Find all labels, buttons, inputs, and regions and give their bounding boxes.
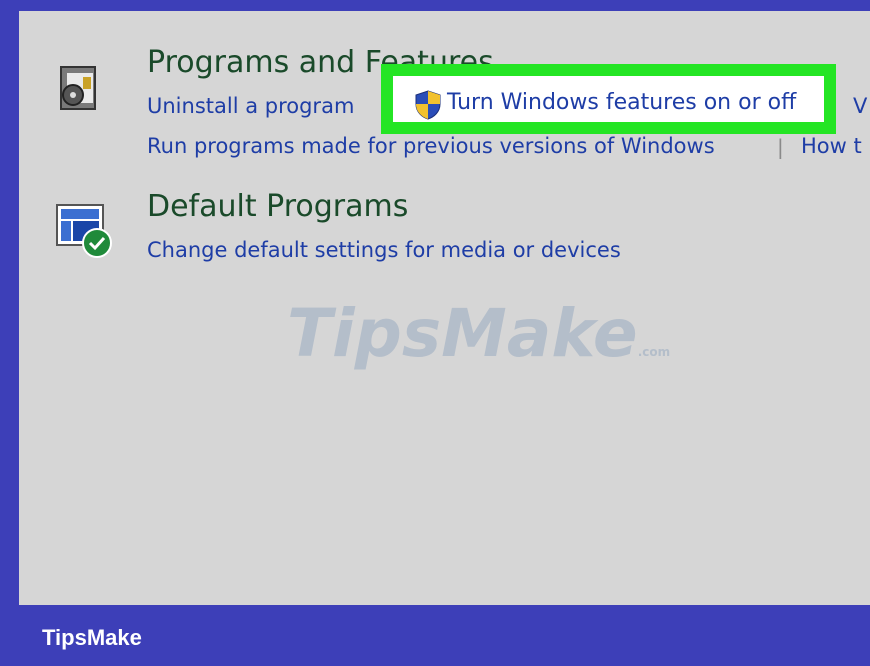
control-panel-content: Programs and Features Uninstall a progra… bbox=[19, 11, 870, 605]
footer-bar: TipsMake bbox=[0, 605, 870, 666]
turn-windows-features-highlight[interactable]: Turn Windows features on or off bbox=[381, 64, 836, 134]
shield-icon bbox=[415, 90, 441, 124]
programs-features-icon[interactable] bbox=[53, 63, 105, 119]
how-to-install-link[interactable]: How t bbox=[801, 134, 862, 158]
run-older-programs-link[interactable]: Run programs made for previous versions … bbox=[147, 134, 715, 158]
default-programs-title[interactable]: Default Programs bbox=[147, 189, 408, 224]
change-default-settings-link[interactable]: Change default settings for media or dev… bbox=[147, 238, 621, 262]
footer-brand: TipsMake bbox=[42, 625, 142, 650]
view-installed-updates-link[interactable]: V bbox=[853, 94, 867, 118]
watermark-logo: TipsMake.com bbox=[287, 295, 671, 372]
default-programs-icon[interactable] bbox=[53, 199, 117, 267]
turn-windows-features-link[interactable]: Turn Windows features on or off bbox=[447, 90, 796, 115]
link-separator: | bbox=[777, 135, 784, 159]
uninstall-program-link[interactable]: Uninstall a program bbox=[147, 94, 354, 118]
